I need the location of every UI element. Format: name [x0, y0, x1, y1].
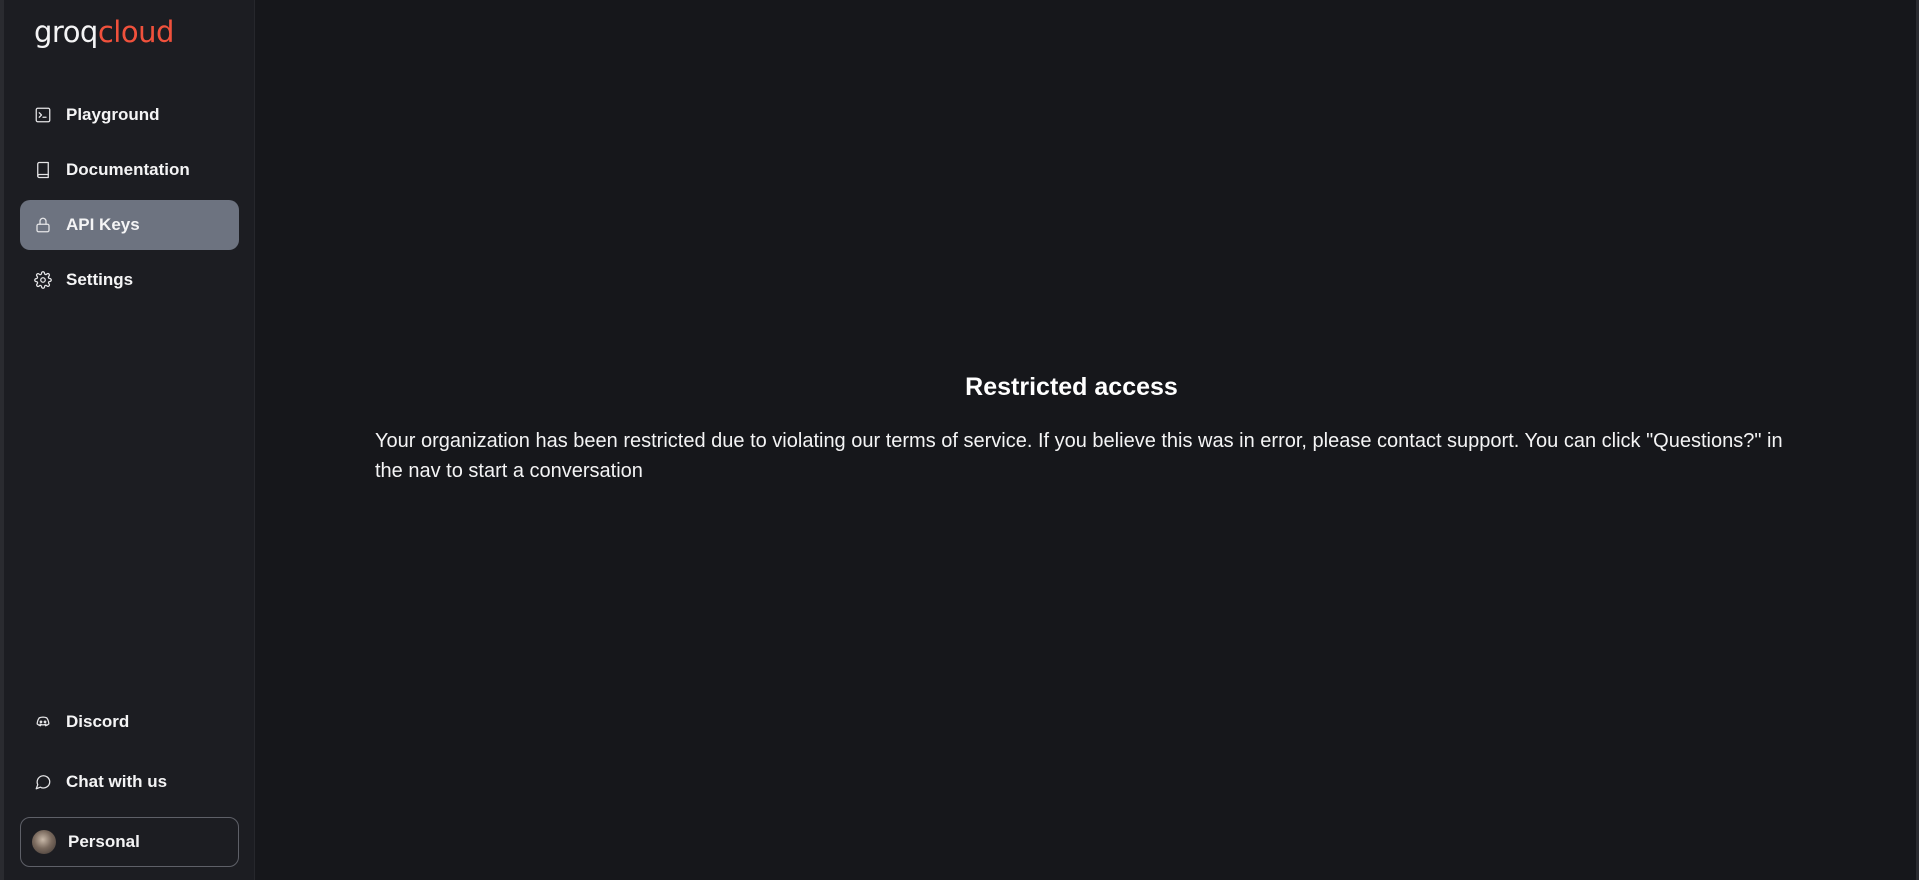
lock-icon [34, 216, 52, 234]
discord-icon [34, 713, 52, 731]
sidebar-item-documentation[interactable]: Documentation [20, 145, 239, 195]
terminal-icon [34, 106, 52, 124]
groqcloud-logo[interactable]: groqcloud [34, 18, 174, 47]
book-icon [34, 161, 52, 179]
sidebar: groqcloud Playground Documentation API K… [0, 0, 255, 880]
sidebar-item-label: Playground [66, 105, 160, 124]
sidebar-item-label: API Keys [66, 215, 140, 234]
restricted-message: Your organization has been restricted du… [375, 430, 1783, 482]
org-switcher-button[interactable]: Personal [20, 817, 239, 867]
sidebar-item-label: Documentation [66, 160, 190, 179]
sidebar-item-chat-with-us[interactable]: Chat with us [20, 757, 239, 807]
sidebar-item-discord[interactable]: Discord [20, 697, 239, 747]
sidebar-nav: Playground Documentation API Keys Settin… [20, 90, 239, 310]
chat-bubble-icon [34, 773, 52, 791]
gear-icon [34, 271, 52, 289]
logo-text-cloud: cloud [97, 15, 175, 49]
logo-text-groq: groq [34, 15, 98, 49]
sidebar-item-label: Discord [66, 712, 130, 731]
sidebar-bottom-nav: Discord Chat with us [20, 697, 239, 817]
avatar [32, 830, 56, 854]
sidebar-item-api-keys[interactable]: API Keys [20, 200, 239, 250]
main-content: Restricted access Your organization has … [255, 0, 1919, 880]
app-window: groqcloud Playground Documentation API K… [0, 0, 1919, 880]
page-title: Restricted access [965, 373, 1178, 401]
sidebar-item-label: Chat with us [66, 772, 168, 791]
sidebar-item-settings[interactable]: Settings [20, 255, 239, 305]
sidebar-item-label: Settings [66, 270, 134, 289]
sidebar-item-playground[interactable]: Playground [20, 90, 239, 140]
org-name: Personal [68, 832, 140, 851]
